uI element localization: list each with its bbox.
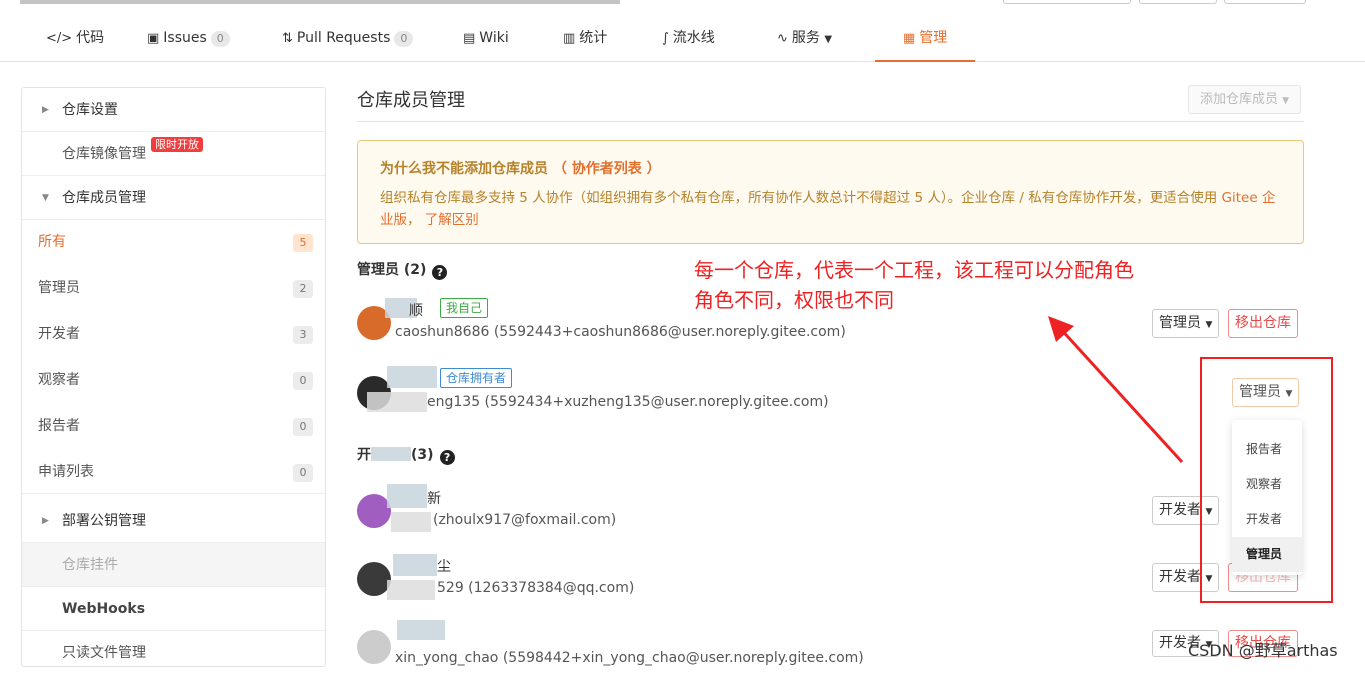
repo-tabs: </> 代码 ▣ Issues 0 ⇅ Pull Requests 0 ▤ Wiki ▥ 统计… bbox=[0, 14, 1365, 62]
member-email: eng135 (5592434+xuzheng135@user.noreply.… bbox=[427, 394, 829, 410]
member-email: caoshun8686 (5592443+caoshun8686@user.no… bbox=[395, 324, 846, 340]
pull-request-icon: ⇅ bbox=[282, 31, 293, 46]
fork-button[interactable] bbox=[1224, 0, 1306, 4]
blurred-name bbox=[393, 554, 437, 576]
blurred-email bbox=[367, 392, 427, 412]
chevron-down-icon: ▼ bbox=[1282, 96, 1290, 106]
tab-pipeline[interactable]: ∫ 流水线 bbox=[662, 14, 715, 62]
help-icon[interactable]: ? bbox=[439, 450, 455, 465]
member-email: xin_yong_chao (5598442+xin_yong_chao@use… bbox=[395, 650, 864, 666]
remove-member-button[interactable]: 移出仓库 bbox=[1228, 309, 1298, 338]
star-button[interactable] bbox=[1139, 0, 1217, 4]
filter-applications[interactable]: 申请列表 0 bbox=[22, 450, 325, 494]
sidebar-item-readonly-files[interactable]: 只读文件管理 bbox=[22, 631, 325, 666]
tab-manage[interactable]: ▦ 管理 bbox=[875, 14, 976, 62]
help-icon[interactable]: ? bbox=[432, 265, 448, 280]
chart-icon: ▥ bbox=[563, 31, 576, 46]
issues-icon: ▣ bbox=[147, 31, 160, 46]
tab-stats[interactable]: ▥ 统计 bbox=[563, 14, 607, 62]
notice-box: 为什么我不能添加仓库成员 （ 协作者列表 ） 组织私有仓库最多支持 5 人协作（… bbox=[357, 140, 1304, 244]
blurred-email bbox=[387, 580, 435, 600]
tab-pull-requests[interactable]: ⇅ Pull Requests 0 bbox=[282, 14, 414, 62]
member-email: 529 (1263378384@qq.com) bbox=[437, 580, 635, 596]
caret-right-icon: ▶ bbox=[42, 105, 49, 115]
sidebar-item-member-mgmt[interactable]: ▼ 仓库成员管理 bbox=[22, 176, 325, 220]
count-badge: 0 bbox=[293, 372, 313, 390]
caret-down-icon: ▼ bbox=[42, 193, 49, 203]
page-title: 仓库成员管理 bbox=[357, 90, 465, 111]
notice-body: 组织私有仓库最多支持 5 人协作（如组织拥有多个私有仓库，所有协作人数总计不得超… bbox=[380, 190, 1276, 228]
tab-issues[interactable]: ▣ Issues 0 bbox=[147, 14, 230, 62]
watch-button[interactable] bbox=[1003, 0, 1131, 4]
avatar[interactable] bbox=[357, 630, 391, 664]
self-tag: 我自己 bbox=[440, 298, 489, 318]
sidebar-item-webhooks[interactable]: WebHooks bbox=[22, 587, 325, 631]
sidebar-item-repo-plugins[interactable]: 仓库挂件 bbox=[22, 543, 325, 587]
member-row: 新 (zhoulx917@foxmail.com) 开发者 ▼ bbox=[357, 484, 1304, 544]
sidebar-item-deploy-keys[interactable]: ▶ 部署公钥管理 bbox=[22, 499, 325, 543]
count-badge: 0 bbox=[293, 418, 313, 436]
member-email: (zhoulx917@foxmail.com) bbox=[433, 512, 617, 528]
top-strip bbox=[0, 0, 1365, 8]
blurred-name bbox=[387, 484, 427, 508]
sidebar-item-repo-mirror[interactable]: 仓库镜像管理 限时开放 bbox=[22, 132, 325, 176]
filter-all[interactable]: 所有 5 bbox=[22, 220, 325, 264]
add-member-button[interactable]: 添加仓库成员 ▼ bbox=[1188, 85, 1301, 114]
watermark: CSDN @野草arthas bbox=[1188, 641, 1338, 660]
count-badge: 2 bbox=[293, 280, 313, 298]
member-name[interactable]: 顺 bbox=[409, 300, 423, 320]
manage-icon: ▦ bbox=[903, 31, 916, 46]
avatar[interactable] bbox=[357, 562, 391, 596]
tab-wiki[interactable]: ▤ Wiki bbox=[463, 14, 509, 62]
filter-developer[interactable]: 开发者 3 bbox=[22, 312, 325, 356]
annotation-arrow bbox=[1048, 316, 1184, 464]
member-row: 尘 529 (1263378384@qq.com) 开发者 ▼ 移出仓库 bbox=[357, 552, 1304, 612]
blurred-email bbox=[391, 512, 431, 532]
count-badge: 0 bbox=[293, 464, 313, 482]
tab-service[interactable]: ∿ 服务 ▼ bbox=[777, 14, 832, 62]
member-name[interactable]: 尘 bbox=[437, 556, 451, 576]
pipeline-icon: ∫ bbox=[662, 31, 669, 46]
admins-header: 管理员 (2)? bbox=[357, 259, 448, 280]
limited-badge: 限时开放 bbox=[151, 137, 203, 152]
pr-count: 0 bbox=[394, 31, 414, 47]
avatar[interactable] bbox=[357, 494, 391, 528]
repo-header-remnant bbox=[20, 0, 620, 4]
code-icon: </> bbox=[46, 31, 73, 46]
blurred-name bbox=[387, 366, 437, 388]
service-icon: ∿ bbox=[777, 31, 788, 46]
blurred-header bbox=[371, 447, 411, 461]
highlight-box bbox=[1200, 357, 1333, 603]
owner-tag: 仓库拥有者 bbox=[440, 368, 513, 388]
blurred-name bbox=[397, 620, 445, 640]
chevron-down-icon: ▼ bbox=[824, 34, 833, 45]
count-badge: 5 bbox=[293, 234, 313, 252]
chevron-down-icon: ▼ bbox=[1205, 320, 1213, 330]
caret-right-icon: ▶ bbox=[42, 516, 49, 526]
annotation-text: 每一个仓库，代表一个工程，该工程可以分配角色 角色不同，权限也不同 bbox=[694, 258, 1134, 312]
developers-header: 开 (3)? bbox=[357, 444, 455, 465]
filter-reporter[interactable]: 报告者 0 bbox=[22, 404, 325, 448]
learn-difference-link[interactable]: 了解区别 bbox=[425, 212, 479, 228]
divider bbox=[357, 121, 1304, 122]
issues-count: 0 bbox=[210, 31, 230, 47]
member-row: xin_yong_chao (5598442+xin_yong_chao@use… bbox=[357, 620, 1304, 680]
count-badge: 3 bbox=[293, 326, 313, 344]
wiki-icon: ▤ bbox=[463, 31, 476, 46]
notice-title: 为什么我不能添加仓库成员 （ 协作者列表 ） bbox=[380, 161, 661, 177]
filter-observer[interactable]: 观察者 0 bbox=[22, 358, 325, 402]
tab-code[interactable]: </> 代码 bbox=[46, 14, 104, 62]
sidebar-item-repo-settings[interactable]: ▶ 仓库设置 bbox=[22, 88, 325, 132]
filter-admin[interactable]: 管理员 2 bbox=[22, 266, 325, 310]
collaborator-list-link[interactable]: （ 协作者列表 ） bbox=[553, 161, 661, 177]
settings-sidebar: ▶ 仓库设置 仓库镜像管理 限时开放 ▼ 仓库成员管理 所有 5 管理员 2 开发者 3 观… bbox=[21, 87, 326, 667]
member-name[interactable]: 新 bbox=[427, 488, 441, 508]
